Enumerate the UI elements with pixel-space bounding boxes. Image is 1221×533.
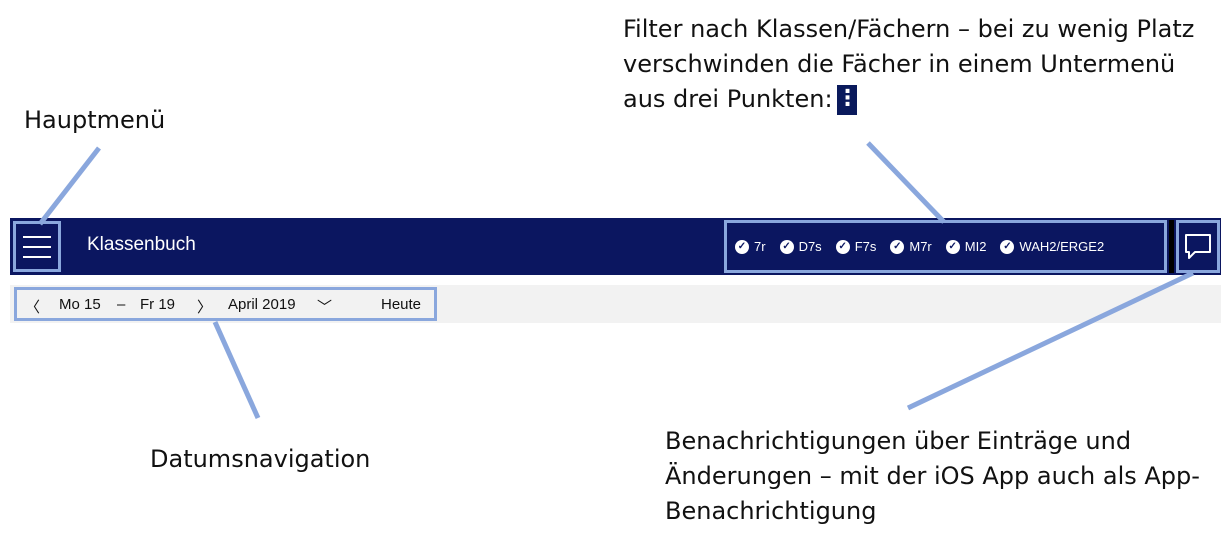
prev-week-button[interactable]: 〈 [25,296,40,317]
filter-chip-label: F7s [854,239,877,254]
hamburger-icon [23,235,51,238]
annotation-date-navigation: Datumsnavigation [150,445,371,473]
connector-date-nav [212,320,261,420]
check-circle-icon: ✓ [890,239,905,254]
annotation-notifications: Benachrichtigungen über Einträge und Änd… [665,427,1200,525]
connector-filter [866,141,946,224]
chat-bubble-icon [1185,233,1211,259]
connector-main-menu [38,146,101,226]
check-circle-icon: ✓ [779,239,794,254]
filter-chip-f7s[interactable]: ✓ F7s [835,239,877,254]
main-menu-button[interactable] [13,221,61,272]
week-start-label: Mo 15 [59,296,101,313]
check-circle-icon: ✓ [945,239,960,254]
filter-chip-mi2[interactable]: ✓ MI2 [945,239,987,254]
filter-chip-label: MI2 [964,239,987,254]
filter-chip-label: M7r [909,239,932,254]
hamburger-icon-line [23,245,51,248]
filter-chip-label: D7s [798,239,822,254]
date-bar: 〈 Mo 15 – Fr 19 〉 April 2019 ﹀ Heute [10,285,1221,323]
check-circle-icon: ✓ [835,239,850,254]
check-circle-icon: ✓ [735,239,749,254]
app-bar: Klassenbuch ✓ 7r ✓ D7s ✓ F7s ✓ M7r ✓ MI2 ✓ WAH… [10,218,1221,275]
annotation-main-menu: Hauptmenü [24,106,166,134]
annotation-filter: Filter nach Klassen/Fächern – bei zu wen… [623,12,1213,117]
filter-chip-d7s[interactable]: ✓ D7s [779,239,822,254]
week-end-label: Fr 19 [140,296,176,313]
today-button[interactable]: Heute [381,296,421,313]
month-selector[interactable]: April 2019 [228,296,296,313]
notifications-button[interactable] [1176,220,1220,273]
filter-chip-m7r[interactable]: ✓ M7r [890,239,932,254]
filter-chip-7r[interactable]: ✓ 7r [735,239,766,254]
app-title: Klassenbuch [87,234,196,255]
annotation-filter-text: Filter nach Klassen/Fächern – bei zu wen… [623,15,1195,113]
filter-chip-label: WAH2/ERGE2 [1019,239,1105,254]
filter-chip-wah2-erge2[interactable]: ✓ WAH2/ERGE2 [1000,239,1104,254]
appbar-divider [1169,220,1174,273]
filter-chip-label: 7r [754,239,766,254]
chevron-down-icon[interactable]: ﹀ [317,296,332,317]
hamburger-icon-line [23,255,51,258]
class-filter-bar: ✓ 7r ✓ D7s ✓ F7s ✓ M7r ✓ MI2 ✓ WAH2/ERGE2 [724,220,1167,273]
next-week-button[interactable]: 〉 [197,296,212,317]
check-circle-icon: ✓ [1000,239,1015,254]
date-navigation: 〈 Mo 15 – Fr 19 〉 April 2019 ﹀ Heute [14,287,437,321]
date-range-dash: – [117,296,126,313]
more-dots-icon: ⋮ [836,85,859,115]
